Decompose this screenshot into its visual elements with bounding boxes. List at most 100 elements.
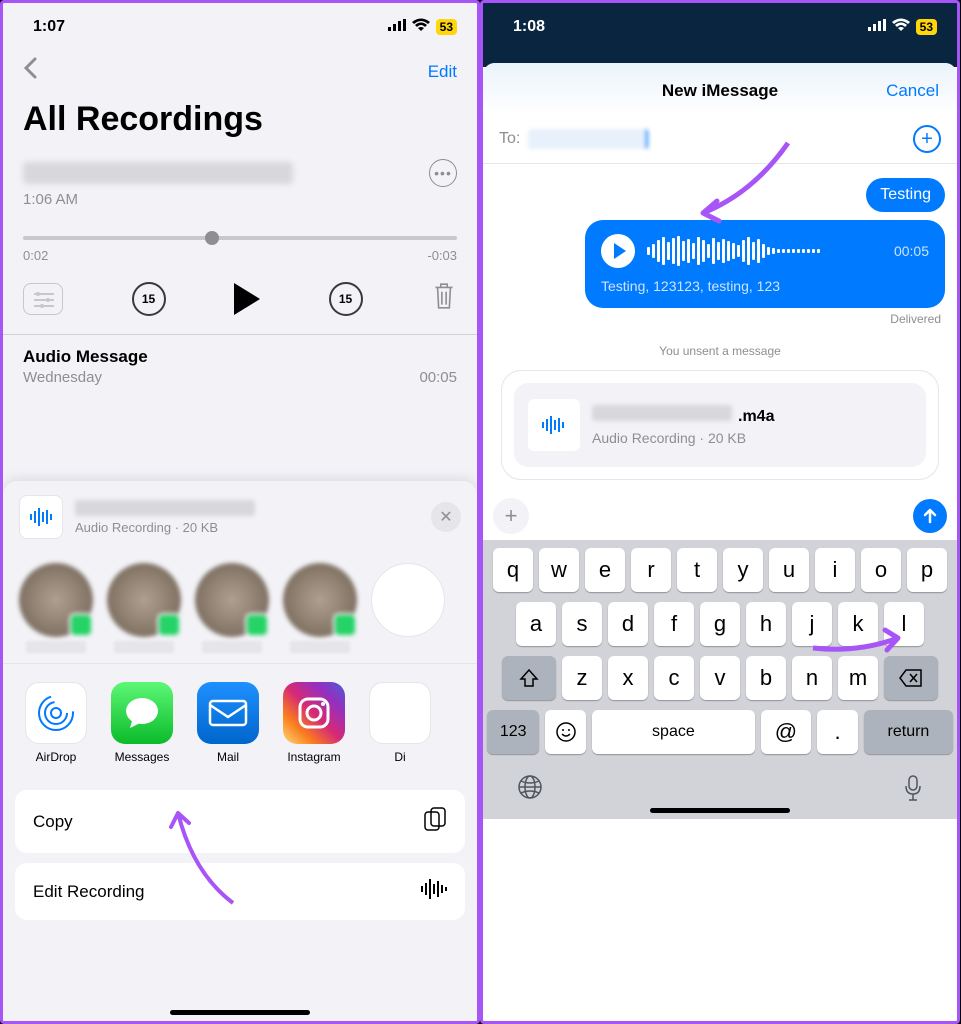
mail-icon	[197, 682, 259, 744]
send-button[interactable]	[913, 499, 947, 533]
key-c[interactable]: c	[654, 656, 694, 700]
audio-file-icon	[19, 495, 63, 539]
contact-suggestion[interactable]	[195, 563, 269, 653]
current-recording[interactable]: ••• 1:06 AM	[3, 149, 477, 218]
audio-play-button[interactable]	[601, 234, 635, 268]
share-actions: Copy Edit Recording	[3, 782, 477, 938]
recording-day: Wednesday	[23, 369, 102, 386]
suggested-contacts	[3, 553, 477, 663]
contact-suggestion[interactable]	[283, 563, 357, 653]
wifi-icon	[892, 18, 910, 37]
return-key[interactable]: return	[864, 710, 953, 754]
key-m[interactable]: m	[838, 656, 878, 700]
message-nav: New iMessage Cancel	[483, 63, 957, 115]
more-options-button[interactable]: •••	[429, 159, 457, 187]
attachment-subtitle: Audio Recording · 20 KB	[592, 430, 912, 446]
recording-duration: 00:05	[419, 369, 457, 386]
key-g[interactable]: g	[700, 602, 740, 646]
home-indicator[interactable]	[650, 808, 790, 813]
chat-area: Testing 00:05 Testing, 123123, testing, …	[483, 164, 957, 494]
cancel-button[interactable]: Cancel	[886, 81, 939, 101]
skip-forward-button[interactable]: 15	[329, 282, 363, 316]
audio-message-bubble[interactable]: 00:05 Testing, 123123, testing, 123	[585, 220, 945, 308]
key-o[interactable]: o	[861, 548, 901, 592]
airdrop-app[interactable]: AirDrop	[25, 682, 87, 764]
key-h[interactable]: h	[746, 602, 786, 646]
status-time: 1:07	[33, 18, 65, 36]
play-button[interactable]	[234, 283, 260, 315]
delete-button[interactable]	[431, 281, 457, 316]
attachment-name-redacted	[592, 405, 732, 421]
contact-suggestion[interactable]	[19, 563, 93, 653]
remaining-time: -0:03	[427, 248, 457, 263]
to-label: To:	[499, 130, 520, 148]
copy-action[interactable]: Copy	[15, 790, 465, 853]
recording-timestamp: 1:06 AM	[23, 191, 457, 208]
attachment-preview[interactable]: .m4a Audio Recording · 20 KB	[514, 383, 926, 467]
key-k[interactable]: k	[838, 602, 878, 646]
backspace-key[interactable]	[884, 656, 938, 700]
period-key[interactable]: .	[817, 710, 858, 754]
key-n[interactable]: n	[792, 656, 832, 700]
instagram-app[interactable]: Instagram	[283, 682, 345, 764]
recording-title-redacted	[23, 162, 293, 184]
share-apps-row: AirDrop Messages Mail Instagram	[3, 663, 477, 782]
close-button[interactable]: ✕	[431, 502, 461, 532]
numbers-key[interactable]: 123	[487, 710, 539, 754]
key-b[interactable]: b	[746, 656, 786, 700]
recording-list-item[interactable]: Audio Message Wednesday 00:05	[3, 334, 477, 398]
mail-app[interactable]: Mail	[197, 682, 259, 764]
shift-key[interactable]	[502, 656, 556, 700]
key-v[interactable]: v	[700, 656, 740, 700]
status-bar: 1:07 53	[3, 3, 477, 47]
key-p[interactable]: p	[907, 548, 947, 592]
voice-memos-screen: 1:07 53 Edit All Recordings ••• 1:06 AM …	[0, 0, 480, 1024]
messages-app[interactable]: Messages	[111, 682, 173, 764]
key-r[interactable]: r	[631, 548, 671, 592]
airdrop-icon	[25, 682, 87, 744]
key-q[interactable]: q	[493, 548, 533, 592]
edit-recording-action[interactable]: Edit Recording	[15, 863, 465, 920]
playback-scrubber[interactable]: 0:02 -0:03	[3, 218, 477, 269]
contact-suggestion[interactable]	[107, 563, 181, 653]
message-bubble[interactable]: Testing	[866, 178, 945, 212]
key-w[interactable]: w	[539, 548, 579, 592]
key-f[interactable]: f	[654, 602, 694, 646]
add-contact-button[interactable]: +	[913, 125, 941, 153]
recipient-redacted[interactable]	[528, 129, 648, 149]
options-button[interactable]	[23, 283, 63, 315]
edit-button[interactable]: Edit	[428, 62, 457, 82]
waveform-icon	[647, 236, 882, 266]
add-attachment-button[interactable]: +	[493, 498, 529, 534]
key-j[interactable]: j	[792, 602, 832, 646]
cellular-icon	[388, 18, 406, 36]
key-u[interactable]: u	[769, 548, 809, 592]
key-y[interactable]: y	[723, 548, 763, 592]
message-input-attachment: .m4a Audio Recording · 20 KB	[501, 370, 939, 480]
key-i[interactable]: i	[815, 548, 855, 592]
key-z[interactable]: z	[562, 656, 602, 700]
key-a[interactable]: a	[516, 602, 556, 646]
globe-key[interactable]	[517, 774, 543, 809]
app-icon	[369, 682, 431, 744]
audio-file-icon	[528, 399, 580, 451]
contact-suggestion[interactable]	[371, 563, 445, 653]
share-header: Audio Recording · 20 KB ✕	[3, 481, 477, 553]
key-d[interactable]: d	[608, 602, 648, 646]
key-e[interactable]: e	[585, 548, 625, 592]
keyboard: qwertyuiop asdfghjkl zxcvbnm 123 space @…	[483, 540, 957, 819]
dictation-key[interactable]	[903, 774, 923, 809]
skip-back-button[interactable]: 15	[132, 282, 166, 316]
key-s[interactable]: s	[562, 602, 602, 646]
space-key[interactable]: space	[592, 710, 755, 754]
audio-transcript: Testing, 123123, testing, 123	[601, 278, 929, 294]
key-x[interactable]: x	[608, 656, 648, 700]
home-indicator[interactable]	[170, 1010, 310, 1015]
back-button[interactable]	[23, 57, 37, 86]
key-t[interactable]: t	[677, 548, 717, 592]
partial-app[interactable]: Di	[369, 682, 431, 764]
page-title: All Recordings	[3, 96, 477, 149]
emoji-key[interactable]	[545, 710, 586, 754]
key-l[interactable]: l	[884, 602, 924, 646]
at-key[interactable]: @	[761, 710, 811, 754]
